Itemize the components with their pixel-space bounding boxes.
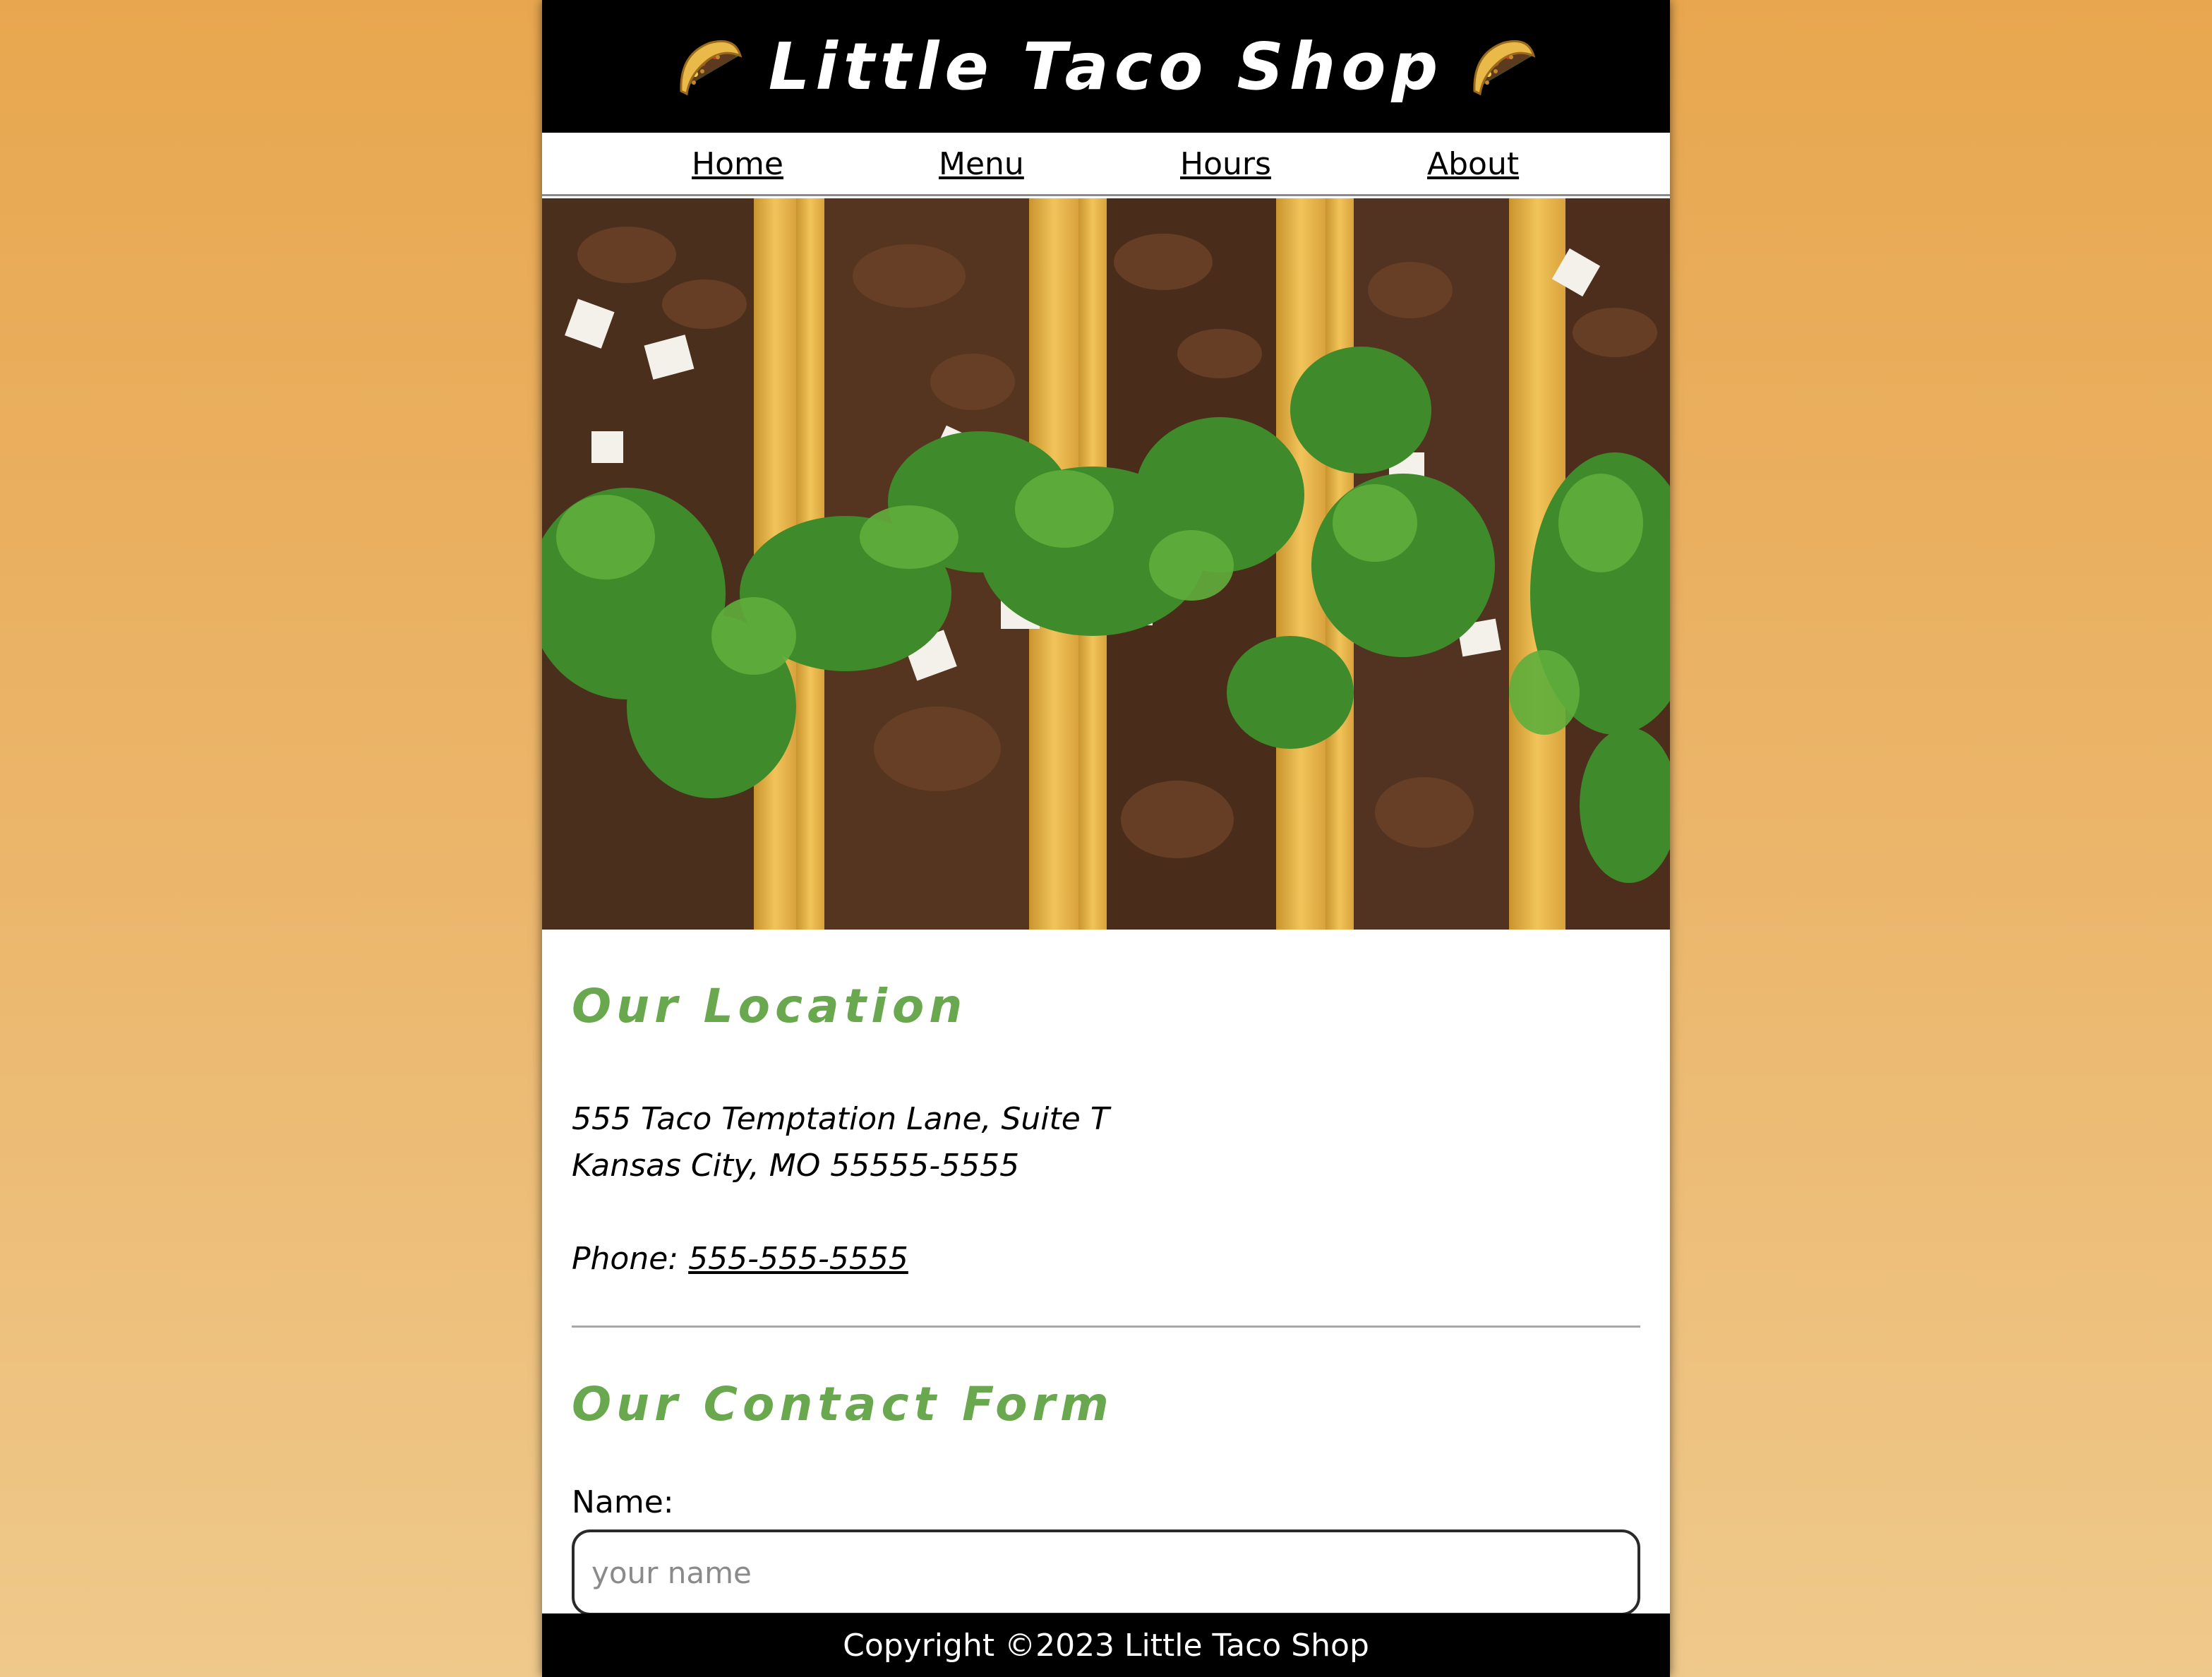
taco-icon (1473, 40, 1536, 96)
name-label: Name: (572, 1484, 674, 1520)
main-nav: Home Menu Hours About (542, 133, 1670, 196)
location-heading: Our Location (572, 979, 968, 1033)
nav-link-menu[interactable]: Menu (939, 145, 1024, 184)
taco-icon (680, 40, 743, 96)
page-container: Little Taco Shop Home Menu Hours About O… (542, 0, 1670, 1677)
nav-link-hours[interactable]: Hours (1180, 145, 1271, 184)
phone-label: Phone: (572, 1241, 679, 1277)
nav-link-home[interactable]: Home (692, 145, 783, 184)
name-input[interactable] (572, 1529, 1640, 1616)
phone-line: Phone: 555-555-5555 (572, 1236, 908, 1282)
site-footer: Copyright ©2023 Little Taco Shop (542, 1613, 1670, 1677)
phone-link[interactable]: 555-555-5555 (688, 1241, 908, 1277)
section-divider (572, 1326, 1640, 1328)
site-header: Little Taco Shop (542, 0, 1670, 133)
nav-link-about[interactable]: About (1427, 145, 1519, 184)
address-line-1: 555 Taco Temptation Lane, Suite T (572, 1101, 1110, 1137)
copyright-text: Copyright ©2023 Little Taco Shop (843, 1627, 1369, 1664)
contact-heading: Our Contact Form (572, 1377, 1114, 1431)
hero-image (542, 198, 1670, 930)
site-title: Little Taco Shop (768, 28, 1444, 104)
tacos-photo (542, 198, 1670, 930)
address-line-2: Kansas City, MO 55555-5555 (572, 1148, 1020, 1184)
